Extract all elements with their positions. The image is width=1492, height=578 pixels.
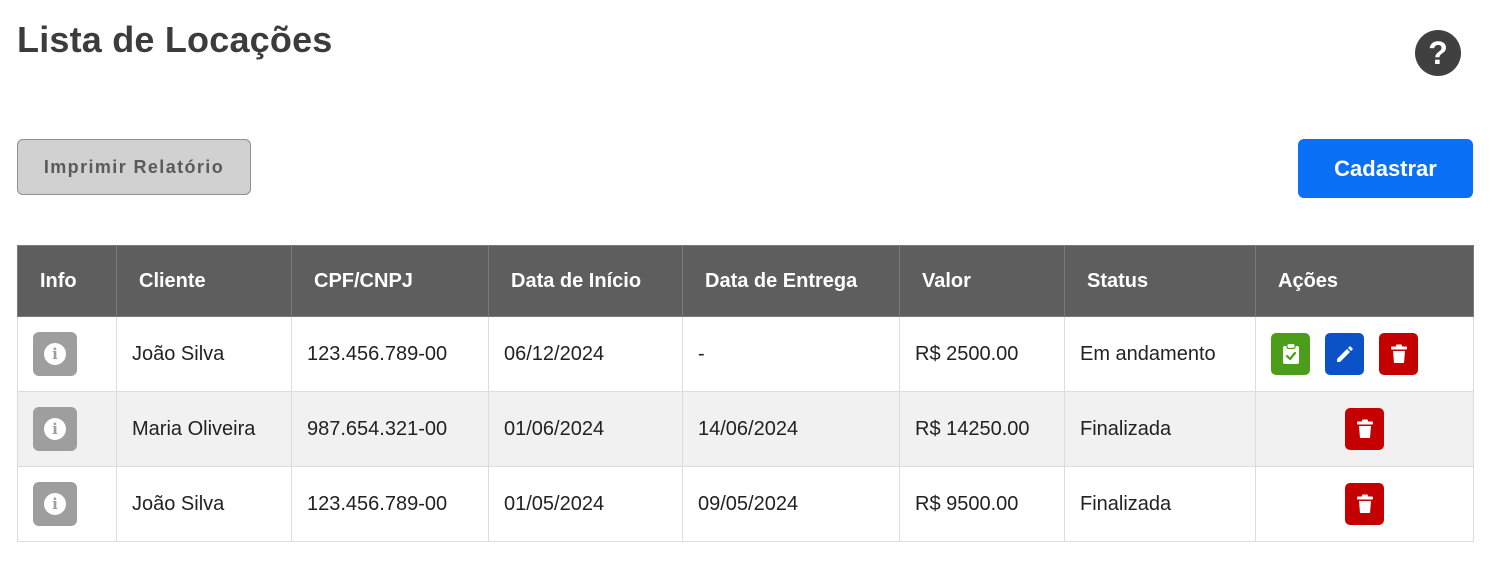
clipboard-check-icon [1282, 343, 1300, 365]
cell-actions [1255, 466, 1474, 542]
rentals-table: Info Cliente CPF/CNPJ Data de Início Dat… [17, 245, 1474, 542]
cell-delivery-date: 14/06/2024 [682, 391, 900, 467]
info-button[interactable]: i [33, 407, 77, 451]
delete-button[interactable] [1345, 483, 1384, 525]
cell-status: Finalizada [1064, 466, 1256, 542]
info-circle-icon: i [44, 418, 66, 440]
cell-info: i [17, 466, 117, 542]
table-row: i João Silva 123.456.789-00 01/05/2024 09/05… [17, 466, 1474, 542]
cell-start-date: 06/12/2024 [488, 316, 683, 392]
column-header-client: Cliente [116, 245, 292, 317]
trash-icon [1356, 419, 1374, 439]
trash-icon [1390, 344, 1408, 364]
question-circle-icon: ? [1428, 34, 1448, 71]
table-row: i João Silva 123.456.789-00 06/12/2024- R$ 2… [17, 316, 1474, 392]
cell-start-date: 01/05/2024 [488, 466, 683, 542]
table-header-row: Info Cliente CPF/CNPJ Data de Início Dat… [17, 245, 1474, 317]
table-row: i Maria Oliveira 987.654.321-00 01/06/2024 1… [17, 391, 1474, 467]
delete-button[interactable] [1379, 333, 1418, 375]
column-header-document: CPF/CNPJ [291, 245, 489, 317]
cell-delivery-date: - [682, 316, 900, 392]
edit-button[interactable] [1325, 333, 1364, 375]
column-header-status: Status [1064, 245, 1256, 317]
print-report-button[interactable]: Imprimir Relatório [17, 139, 251, 195]
cell-start-date: 01/06/2024 [488, 391, 683, 467]
cell-delivery-date: 09/05/2024 [682, 466, 900, 542]
column-header-delivery-date: Data de Entrega [682, 245, 900, 317]
cell-status: Finalizada [1064, 391, 1256, 467]
info-circle-icon: i [44, 493, 66, 515]
cell-status: Em andamento [1064, 316, 1256, 392]
cell-actions [1255, 316, 1474, 392]
info-circle-icon: i [44, 343, 66, 365]
help-button[interactable]: ? [1415, 30, 1461, 76]
page-title: Lista de Locações [17, 19, 333, 60]
column-header-actions: Ações [1255, 245, 1474, 317]
cell-info: i [17, 316, 117, 392]
cell-client: João Silva [116, 466, 292, 542]
column-header-info: Info [17, 245, 117, 317]
cell-client: Maria Oliveira [116, 391, 292, 467]
finish-button[interactable] [1271, 333, 1310, 375]
cell-client: João Silva [116, 316, 292, 392]
cell-actions [1255, 391, 1474, 467]
info-button[interactable]: i [33, 482, 77, 526]
cell-value: R$ 2500.00 [899, 316, 1065, 392]
column-header-start-date: Data de Início [488, 245, 683, 317]
column-header-value: Valor [899, 245, 1065, 317]
cell-value: R$ 9500.00 [899, 466, 1065, 542]
cell-document: 987.654.321-00 [291, 391, 489, 467]
cell-document: 123.456.789-00 [291, 316, 489, 392]
cell-document: 123.456.789-00 [291, 466, 489, 542]
cell-info: i [17, 391, 117, 467]
info-button[interactable]: i [33, 332, 77, 376]
delete-button[interactable] [1345, 408, 1384, 450]
register-button[interactable]: Cadastrar [1298, 139, 1473, 198]
cell-value: R$ 14250.00 [899, 391, 1065, 467]
pencil-icon [1335, 344, 1355, 364]
trash-icon [1356, 494, 1374, 514]
